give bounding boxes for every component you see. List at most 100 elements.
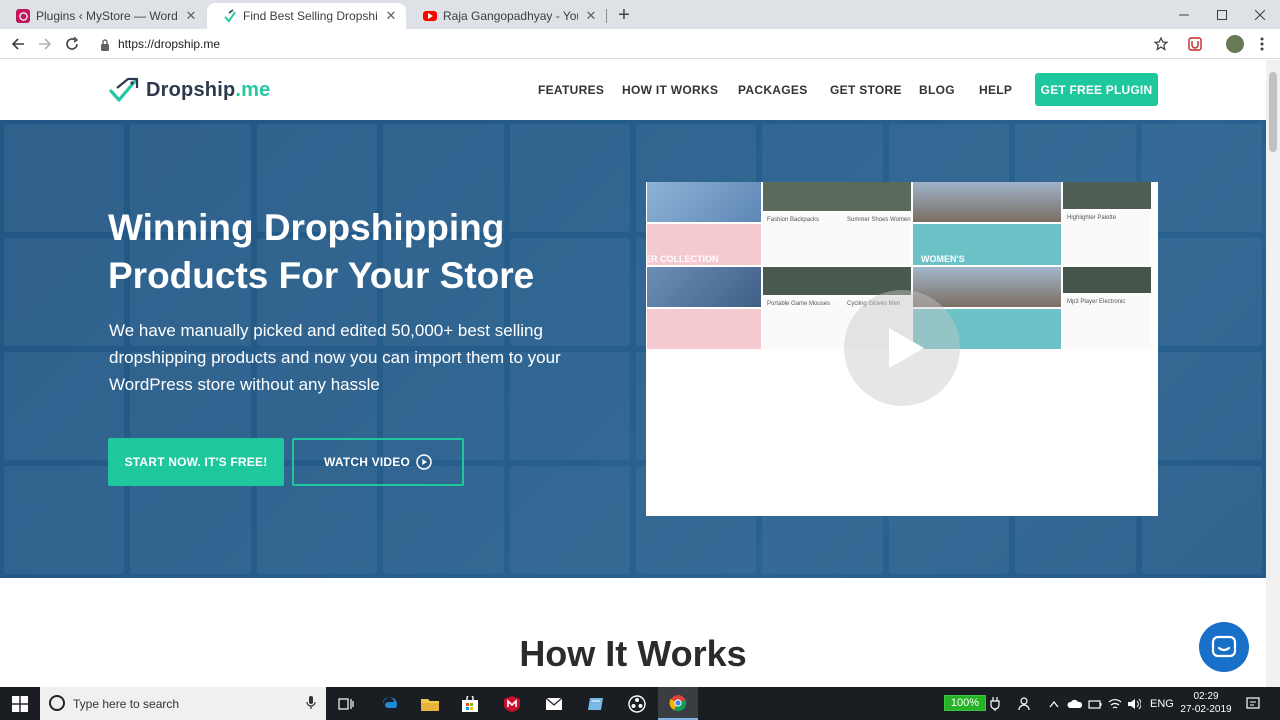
how-it-works-title: How It Works	[519, 633, 747, 674]
dropship-logo-icon	[223, 9, 237, 23]
tab-dropship[interactable]: Find Best Selling Dropshipping P ✕	[207, 3, 406, 29]
battery-indicator[interactable]: 100%	[944, 695, 986, 711]
watch-video-button[interactable]: WATCH VIDEO	[292, 438, 464, 486]
page-scrollbar[interactable]	[1266, 60, 1280, 687]
site-logo[interactable]: Dropship.me	[108, 76, 270, 104]
file-explorer-icon[interactable]	[410, 687, 450, 720]
product-label: Summer Shoes Women	[847, 216, 911, 223]
obs-icon[interactable]	[617, 687, 657, 720]
edge-browser-icon[interactable]	[370, 687, 410, 720]
product-image: WOMEN'S COLLECTION	[913, 224, 1061, 265]
chrome-icon[interactable]	[658, 687, 698, 720]
product-label: Portable Game Mouses	[767, 301, 831, 308]
tab-wordpress-plugins[interactable]: Plugins ‹ MyStore — WordPress ✕	[0, 3, 206, 29]
dropship-logo-icon	[109, 77, 139, 102]
people-icon[interactable]	[1018, 687, 1034, 720]
nav-help[interactable]: HELP	[979, 83, 1012, 97]
nav-blog[interactable]: BLOG	[919, 83, 955, 97]
scrollbar-thumb[interactable]	[1269, 72, 1277, 152]
product-image	[647, 308, 761, 349]
menu-dots-icon[interactable]	[1254, 36, 1270, 52]
product-image: Fashion Backpacks Summer Shoes Women	[763, 212, 911, 265]
tab-title: Raja Gangopadhyay - YouTube	[443, 9, 578, 23]
nav-packages[interactable]: PACKAGES	[738, 83, 808, 97]
power-plug-icon[interactable]	[990, 687, 1000, 720]
youtube-icon	[423, 11, 437, 21]
browser-tab-bar: Plugins ‹ MyStore — WordPress ✕ Find Bes…	[0, 0, 1280, 29]
reload-button[interactable]	[62, 34, 82, 54]
site-header: Dropship.me FEATURES HOW IT WORKS PACKAG…	[0, 60, 1266, 120]
get-free-plugin-button[interactable]: GET FREE PLUGIN	[1035, 73, 1158, 106]
product-image	[1063, 266, 1151, 294]
chat-widget-button[interactable]	[1199, 622, 1249, 672]
taskbar-search-box[interactable]: Type here to search	[40, 687, 326, 720]
watch-video-label: WATCH VIDEO	[324, 455, 410, 469]
product-label: Fashion Backpacks	[767, 216, 820, 223]
close-tab-icon[interactable]: ✕	[384, 8, 398, 24]
maximize-button[interactable]	[1202, 0, 1242, 29]
hero-subtitle: We have manually picked and edited 50,00…	[109, 321, 561, 394]
mail-icon[interactable]	[534, 687, 574, 720]
product-image: Highlighter Palette	[1063, 210, 1151, 265]
cortana-icon	[49, 695, 65, 711]
product-image	[647, 266, 761, 307]
back-button[interactable]	[8, 34, 28, 54]
volume-icon[interactable]	[1127, 687, 1141, 720]
logo-text: Dropship.me	[146, 78, 271, 101]
start-button[interactable]	[0, 687, 40, 720]
nav-get-store[interactable]: GET STORE	[830, 83, 902, 97]
close-tab-icon[interactable]: ✕	[584, 8, 598, 24]
notifications-icon[interactable]	[1246, 687, 1260, 720]
collage-column: ER COLLECTION	[646, 182, 762, 349]
system-clock[interactable]: 02:29 27-02-2019	[1180, 690, 1232, 716]
battery-tray-icon[interactable]	[1088, 687, 1102, 720]
forward-button[interactable]	[35, 34, 55, 54]
profile-avatar[interactable]	[1226, 35, 1244, 53]
search-placeholder: Type here to search	[73, 696, 180, 711]
product-image: ER COLLECTION	[647, 224, 761, 265]
product-label: Mp3 Player Electronic	[1067, 299, 1126, 306]
start-now-button[interactable]: START NOW. IT'S FREE!	[108, 438, 284, 486]
tab-youtube[interactable]: Raja Gangopadhyay - YouTube ✕	[407, 3, 606, 29]
nav-features[interactable]: FEATURES	[538, 83, 604, 97]
minimize-button[interactable]	[1164, 0, 1204, 29]
task-view-icon[interactable]	[326, 687, 366, 720]
chat-icon	[1211, 635, 1237, 658]
hero-section: Winning Dropshipping Products For Your S…	[0, 120, 1266, 578]
chevron-up-icon[interactable]	[1049, 687, 1059, 720]
product-image: Mp3 Player Electronic	[1063, 295, 1151, 349]
tab-separator	[606, 9, 607, 23]
browser-toolbar: https://dropship.me	[0, 29, 1280, 59]
close-window-button[interactable]	[1240, 0, 1280, 29]
arrow-right-icon	[39, 38, 52, 50]
collage-column: Highlighter Palette Mp3 Player Electroni…	[1062, 182, 1152, 349]
close-tab-icon[interactable]: ✕	[184, 8, 198, 24]
product-label: Highlighter Palette	[1067, 214, 1117, 221]
lock-icon[interactable]	[100, 38, 110, 56]
wifi-icon[interactable]	[1108, 687, 1122, 720]
nav-how-it-works[interactable]: HOW IT WORKS	[622, 83, 718, 97]
windows-taskbar: Type here to search 100% ENG 02:29 27-02…	[0, 687, 1280, 720]
mcafee-icon[interactable]	[492, 687, 532, 720]
wordpress-icon	[16, 9, 30, 23]
bookmark-star-icon[interactable]	[1153, 36, 1169, 52]
play-circle-icon	[416, 454, 432, 470]
product-image	[1063, 182, 1151, 209]
collection-banner-text: WOMEN'S COLLECTION	[921, 254, 965, 265]
video-play-button[interactable]	[842, 288, 962, 413]
product-image	[763, 182, 911, 211]
language-indicator[interactable]: ENG	[1150, 687, 1174, 720]
new-tab-button[interactable]: +	[614, 3, 634, 27]
app-icon[interactable]	[576, 687, 616, 720]
store-icon[interactable]	[450, 687, 490, 720]
product-image	[913, 182, 1061, 223]
extension-icon[interactable]	[1187, 36, 1203, 52]
onedrive-icon[interactable]	[1067, 687, 1083, 720]
microphone-icon[interactable]	[306, 696, 316, 713]
play-icon	[844, 290, 960, 406]
tab-title: Plugins ‹ MyStore — WordPress	[36, 9, 178, 23]
hero-title: Winning Dropshipping Products For Your S…	[108, 207, 535, 296]
reload-icon	[66, 37, 79, 50]
address-bar[interactable]: https://dropship.me	[118, 37, 220, 51]
windows-logo-icon	[12, 695, 28, 712]
